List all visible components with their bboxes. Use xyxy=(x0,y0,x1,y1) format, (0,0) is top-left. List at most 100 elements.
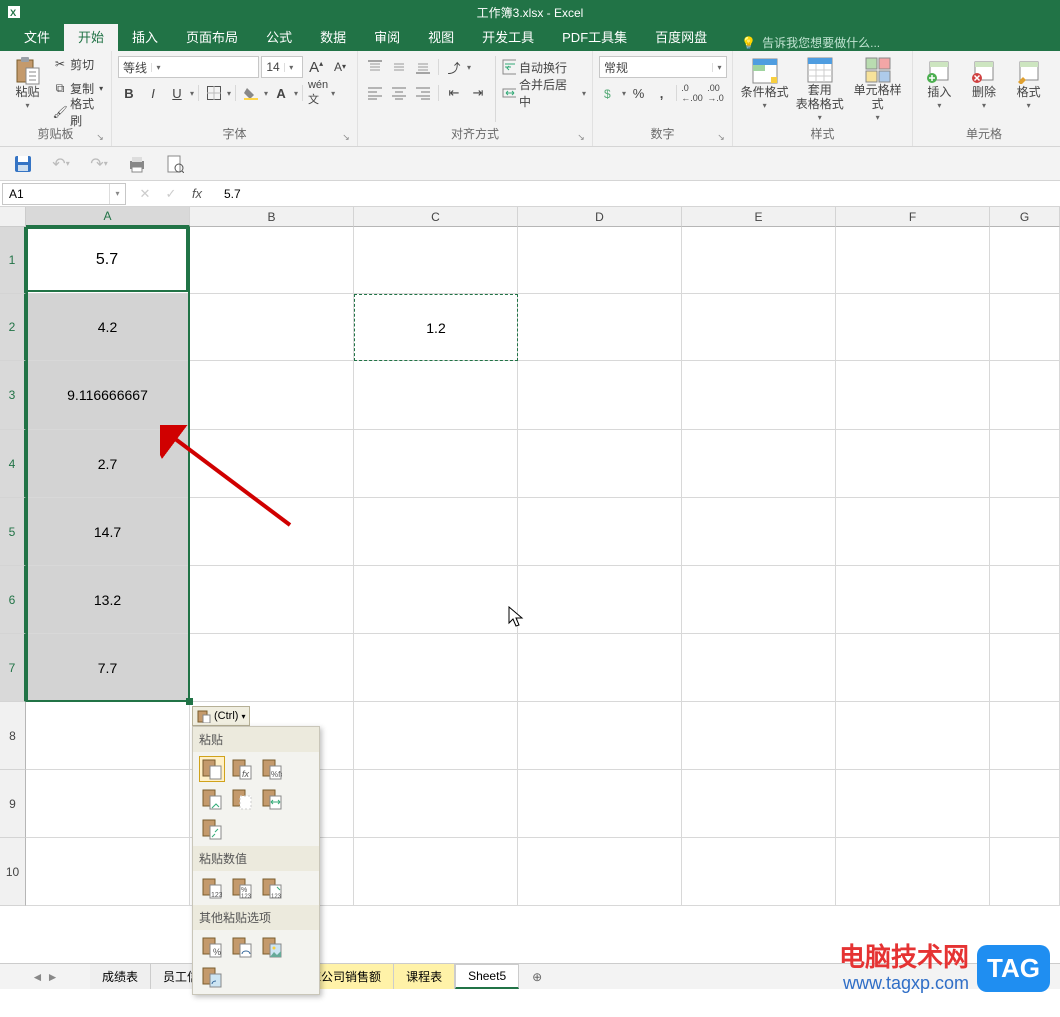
paste-no-borders[interactable] xyxy=(229,786,255,812)
cell-C2[interactable] xyxy=(354,294,518,361)
align-middle-button[interactable] xyxy=(388,56,410,78)
fill-handle[interactable] xyxy=(186,698,193,705)
cell-G6[interactable] xyxy=(990,566,1060,634)
dialog-launcher-icon[interactable]: ↘ xyxy=(716,132,726,142)
col-header-B[interactable]: B xyxy=(190,207,354,227)
number-format-combo[interactable]: 常规▾ xyxy=(599,56,727,78)
cell-A9[interactable] xyxy=(26,770,190,838)
indent-increase-button[interactable]: ⇥ xyxy=(467,82,489,104)
undo-button[interactable]: ↶ ▾ xyxy=(50,153,72,175)
cell-F7[interactable] xyxy=(836,634,990,702)
cell-G2[interactable] xyxy=(990,294,1060,361)
formula-input[interactable]: 5.7 xyxy=(216,187,1060,201)
cell-C10[interactable] xyxy=(354,838,518,906)
italic-button[interactable]: I xyxy=(142,82,164,104)
cell-B7[interactable] xyxy=(190,634,354,702)
dialog-launcher-icon[interactable]: ↘ xyxy=(576,132,586,142)
cell-A2[interactable]: 4.2 xyxy=(26,294,190,361)
paste-link[interactable] xyxy=(229,934,255,960)
cell-D2[interactable] xyxy=(518,294,682,361)
cell-E1[interactable] xyxy=(682,227,836,294)
cell-D4[interactable] xyxy=(518,430,682,498)
row-header-9[interactable]: 9 xyxy=(0,770,26,838)
row-header-8[interactable]: 8 xyxy=(0,702,26,770)
sheet-tab-0[interactable]: 成绩表 xyxy=(90,964,151,989)
cell-A10[interactable] xyxy=(26,838,190,906)
col-header-C[interactable]: C xyxy=(354,207,518,227)
cell-B3[interactable] xyxy=(190,361,354,430)
sheet-tab-4[interactable]: 课程表 xyxy=(394,964,455,989)
cell-G4[interactable] xyxy=(990,430,1060,498)
format-as-table-button[interactable]: 套用 表格格式▾ xyxy=(794,53,845,123)
underline-button[interactable]: U xyxy=(166,82,188,104)
row-header-6[interactable]: 6 xyxy=(0,566,26,634)
paste-formulas-number[interactable]: %fx xyxy=(259,756,285,782)
cell-E3[interactable] xyxy=(682,361,836,430)
tab-data[interactable]: 数据 xyxy=(306,23,360,51)
tab-pagelayout[interactable]: 页面布局 xyxy=(172,23,252,51)
cell-D3[interactable] xyxy=(518,361,682,430)
paste-transpose[interactable] xyxy=(199,816,225,842)
cell-D10[interactable] xyxy=(518,838,682,906)
cell-F9[interactable] xyxy=(836,770,990,838)
cell-F5[interactable] xyxy=(836,498,990,566)
tab-pdf[interactable]: PDF工具集 xyxy=(548,23,641,51)
cell-C6[interactable] xyxy=(354,566,518,634)
cell-C9[interactable] xyxy=(354,770,518,838)
font-size-combo[interactable]: 14▾ xyxy=(261,56,303,78)
select-all-corner[interactable] xyxy=(0,207,26,227)
cell-G10[interactable] xyxy=(990,838,1060,906)
phonetic-button[interactable]: wén文 xyxy=(307,82,329,104)
cell-A7[interactable]: 7.7 xyxy=(26,634,190,702)
paste-values-number[interactable]: %123 xyxy=(229,875,255,901)
redo-button[interactable]: ↷ ▾ xyxy=(88,153,110,175)
format-cells-button[interactable]: 格式▾ xyxy=(1008,53,1049,123)
increase-font-button[interactable]: A▴ xyxy=(305,56,327,78)
col-header-D[interactable]: D xyxy=(518,207,682,227)
sheet-tab-5[interactable]: Sheet5 xyxy=(455,964,519,989)
cell-E2[interactable] xyxy=(682,294,836,361)
percent-button[interactable]: % xyxy=(628,82,649,104)
tab-baidu[interactable]: 百度网盘 xyxy=(641,23,721,51)
tab-view[interactable]: 视图 xyxy=(414,23,468,51)
cell-B1[interactable] xyxy=(190,227,354,294)
cell-C4[interactable] xyxy=(354,430,518,498)
cell-D6[interactable] xyxy=(518,566,682,634)
paste-picture[interactable] xyxy=(259,934,285,960)
tab-developer[interactable]: 开发工具 xyxy=(468,23,548,51)
sheet-nav[interactable]: ◄ ► xyxy=(0,970,90,984)
cell-B4[interactable] xyxy=(190,430,354,498)
align-left-button[interactable] xyxy=(364,82,386,104)
cancel-button[interactable]: ✕ xyxy=(136,186,154,202)
bold-button[interactable]: B xyxy=(118,82,140,104)
cell-A3[interactable]: 9.116666667 xyxy=(26,361,190,430)
conditional-format-button[interactable]: 条件格式▾ xyxy=(739,53,790,123)
paste-col-width[interactable] xyxy=(259,786,285,812)
merge-center-button[interactable]: 合并后居中 ▾ xyxy=(502,82,586,104)
paste-linked-picture[interactable] xyxy=(199,964,225,990)
fx-button[interactable]: fx xyxy=(188,186,206,201)
cell-G1[interactable] xyxy=(990,227,1060,294)
insert-cells-button[interactable]: 插入▾ xyxy=(919,53,960,123)
fill-color-button[interactable] xyxy=(240,82,262,104)
row-header-3[interactable]: 3 xyxy=(0,361,26,430)
decrease-decimal-button[interactable]: .00→.0 xyxy=(705,82,726,104)
cell-E4[interactable] xyxy=(682,430,836,498)
row-header-2[interactable]: 2 xyxy=(0,294,26,361)
add-sheet-button[interactable]: ⊕ xyxy=(525,970,549,984)
cell-A6[interactable]: 13.2 xyxy=(26,566,190,634)
font-name-combo[interactable]: 等线▾ xyxy=(118,56,259,78)
format-painter-button[interactable]: 🖌格式刷 xyxy=(53,101,105,123)
cell-F3[interactable] xyxy=(836,361,990,430)
row-header-10[interactable]: 10 xyxy=(0,838,26,906)
col-header-A[interactable]: A xyxy=(26,207,190,227)
cell-E10[interactable] xyxy=(682,838,836,906)
name-box[interactable]: A1 ▾ xyxy=(2,183,126,205)
cell-F4[interactable] xyxy=(836,430,990,498)
paste-values-source[interactable]: 123 xyxy=(259,875,285,901)
cell-A5[interactable]: 14.7 xyxy=(26,498,190,566)
cell-C3[interactable] xyxy=(354,361,518,430)
paste-button[interactable]: 粘贴 ▾ xyxy=(6,53,49,123)
accounting-button[interactable]: $ xyxy=(599,82,620,104)
orientation-button[interactable]: ⤴ xyxy=(443,56,465,78)
